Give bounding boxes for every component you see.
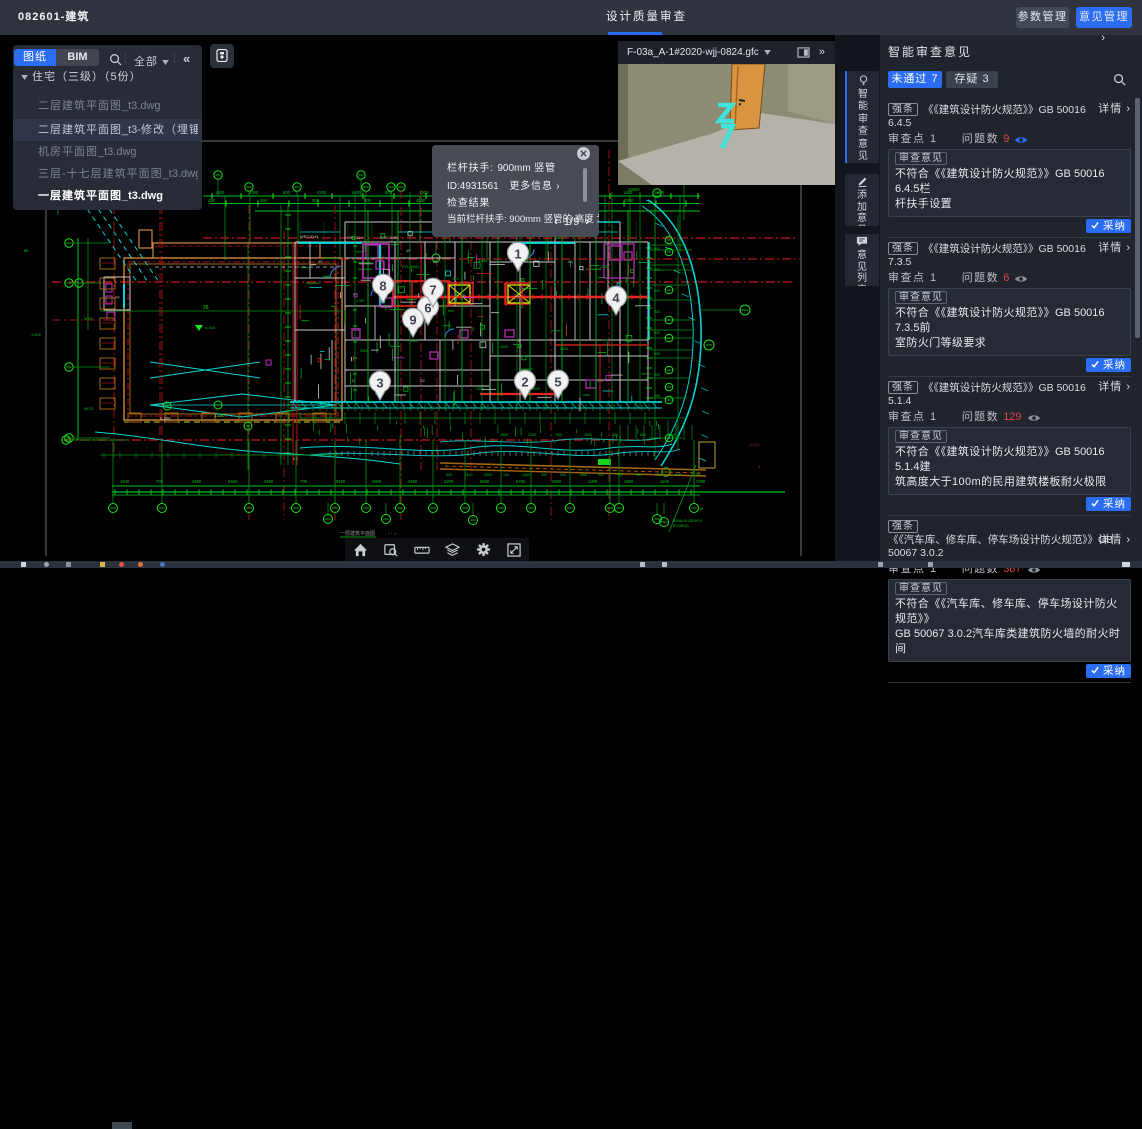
svg-text:900: 900: [654, 331, 660, 335]
svg-text:4: 4: [612, 291, 620, 306]
svg-text:1800: 1800: [410, 339, 418, 343]
svg-text:3250: 3250: [264, 479, 274, 484]
svg-text:B2: B2: [516, 294, 521, 298]
svg-text:2500: 2500: [484, 473, 492, 477]
svg-text:6.400: 6.400: [160, 416, 171, 421]
svg-text:_97(6): _97(6): [747, 442, 760, 447]
svg-text:2300: 2300: [317, 190, 327, 195]
svg-text:3200: 3200: [444, 479, 454, 484]
svg-text:500: 500: [446, 473, 452, 477]
svg-text:1300: 1300: [668, 433, 676, 437]
svg-text:8450: 8450: [228, 479, 238, 484]
svg-text:2200: 2200: [624, 198, 634, 203]
svg-text:1500: 1500: [500, 345, 508, 349]
svg-text:4B: 4B: [318, 260, 323, 264]
svg-text:9100: 9100: [336, 479, 346, 484]
svg-text:900: 900: [654, 352, 660, 356]
svg-text:7200: 7200: [696, 479, 706, 484]
svg-text:1100: 1100: [120, 479, 130, 484]
svg-text:8B: 8B: [24, 249, 29, 253]
svg-text:PYL-P600: PYL-P600: [402, 265, 419, 269]
svg-text:600: 600: [283, 190, 291, 195]
svg-text:500: 500: [541, 473, 547, 477]
svg-text:2250: 2250: [192, 479, 202, 484]
svg-text:1300: 1300: [588, 479, 598, 484]
svg-text:JT1: JT1: [452, 277, 458, 281]
svg-text:1400: 1400: [351, 190, 361, 195]
svg-text:7: 7: [429, 283, 436, 298]
svg-text:1400: 1400: [215, 190, 225, 195]
svg-text:2100: 2100: [528, 433, 536, 437]
svg-text:BY08P(5): BY08P(5): [673, 524, 689, 528]
svg-text:4P: 4P: [406, 249, 411, 253]
svg-text:5: 5: [554, 375, 561, 390]
svg-text:9: 9: [409, 313, 416, 328]
svg-text:1750: 1750: [356, 299, 364, 303]
svg-text:3 180: 3 180: [214, 413, 225, 418]
svg-text:8: 8: [379, 279, 386, 294]
svg-text:5700: 5700: [516, 479, 526, 484]
svg-text:2500: 2500: [552, 479, 562, 484]
svg-text:1000: 1000: [584, 433, 592, 437]
svg-text:900: 900: [654, 289, 660, 293]
svg-text:BA5A/J9-43E6P-5: BA5A/J9-43E6P-5: [673, 519, 702, 523]
svg-text:1: 1: [514, 247, 521, 262]
svg-text:1400: 1400: [476, 387, 484, 391]
svg-text:2: 2: [521, 375, 528, 390]
svg-text:300: 300: [312, 198, 320, 203]
svg-text:100: 100: [503, 473, 509, 477]
svg-text:1300: 1300: [419, 190, 429, 195]
svg-text:700: 700: [156, 479, 164, 484]
svg-text:2600: 2600: [360, 349, 368, 353]
svg-text:900: 900: [654, 394, 660, 398]
svg-text:600: 600: [640, 433, 646, 437]
svg-text:一层建筑平面图: 一层建筑平面图: [340, 530, 375, 537]
svg-text:5475: 5475: [84, 406, 94, 411]
svg-text:1000: 1000: [600, 265, 608, 269]
svg-text:3250: 3250: [408, 479, 418, 484]
svg-text:C1: C1: [598, 379, 603, 383]
svg-text:-1.500: -1.500: [30, 333, 41, 337]
svg-text:D: D: [352, 379, 355, 383]
svg-text:PF: PF: [115, 296, 121, 300]
svg-text:2400: 2400: [560, 347, 568, 351]
svg-text:7200: 7200: [693, 473, 701, 477]
svg-text:. - : .-: . - : .-: [385, 531, 397, 537]
svg-text:900: 900: [560, 473, 566, 477]
svg-text:450: 450: [208, 198, 216, 203]
svg-text:900: 900: [617, 473, 623, 477]
svg-text:900: 900: [598, 473, 604, 477]
svg-text:3300: 3300: [500, 433, 508, 437]
svg-text:1100: 1100: [465, 473, 473, 477]
svg-text:1100: 1100: [660, 479, 670, 484]
svg-text:1800: 1800: [624, 479, 634, 484]
svg-text:WPC2043: WPC2043: [300, 234, 319, 239]
svg-text:6500: 6500: [480, 479, 490, 484]
svg-text:2300: 2300: [655, 473, 663, 477]
svg-text:900: 900: [654, 247, 660, 251]
svg-text:4.450: 4.450: [205, 325, 216, 330]
svg-text:900: 900: [556, 433, 562, 437]
svg-text:26: 26: [203, 305, 209, 311]
svg-text:900: 900: [654, 373, 660, 377]
svg-text:700: 700: [300, 479, 308, 484]
svg-text:250: 250: [260, 198, 268, 203]
svg-text:1800: 1800: [579, 473, 587, 477]
svg-text:at: at: [700, 507, 703, 511]
svg-text:900: 900: [654, 310, 660, 314]
svg-text:1300: 1300: [522, 473, 530, 477]
svg-text:900: 900: [448, 309, 454, 313]
svg-text:1100: 1100: [674, 473, 682, 477]
svg-text:4 J: 4 J: [293, 457, 298, 461]
svg-text:3800: 3800: [372, 479, 382, 484]
svg-text:3: 3: [376, 376, 383, 391]
svg-text:D2: D2: [420, 379, 425, 383]
svg-text:800: 800: [636, 473, 642, 477]
